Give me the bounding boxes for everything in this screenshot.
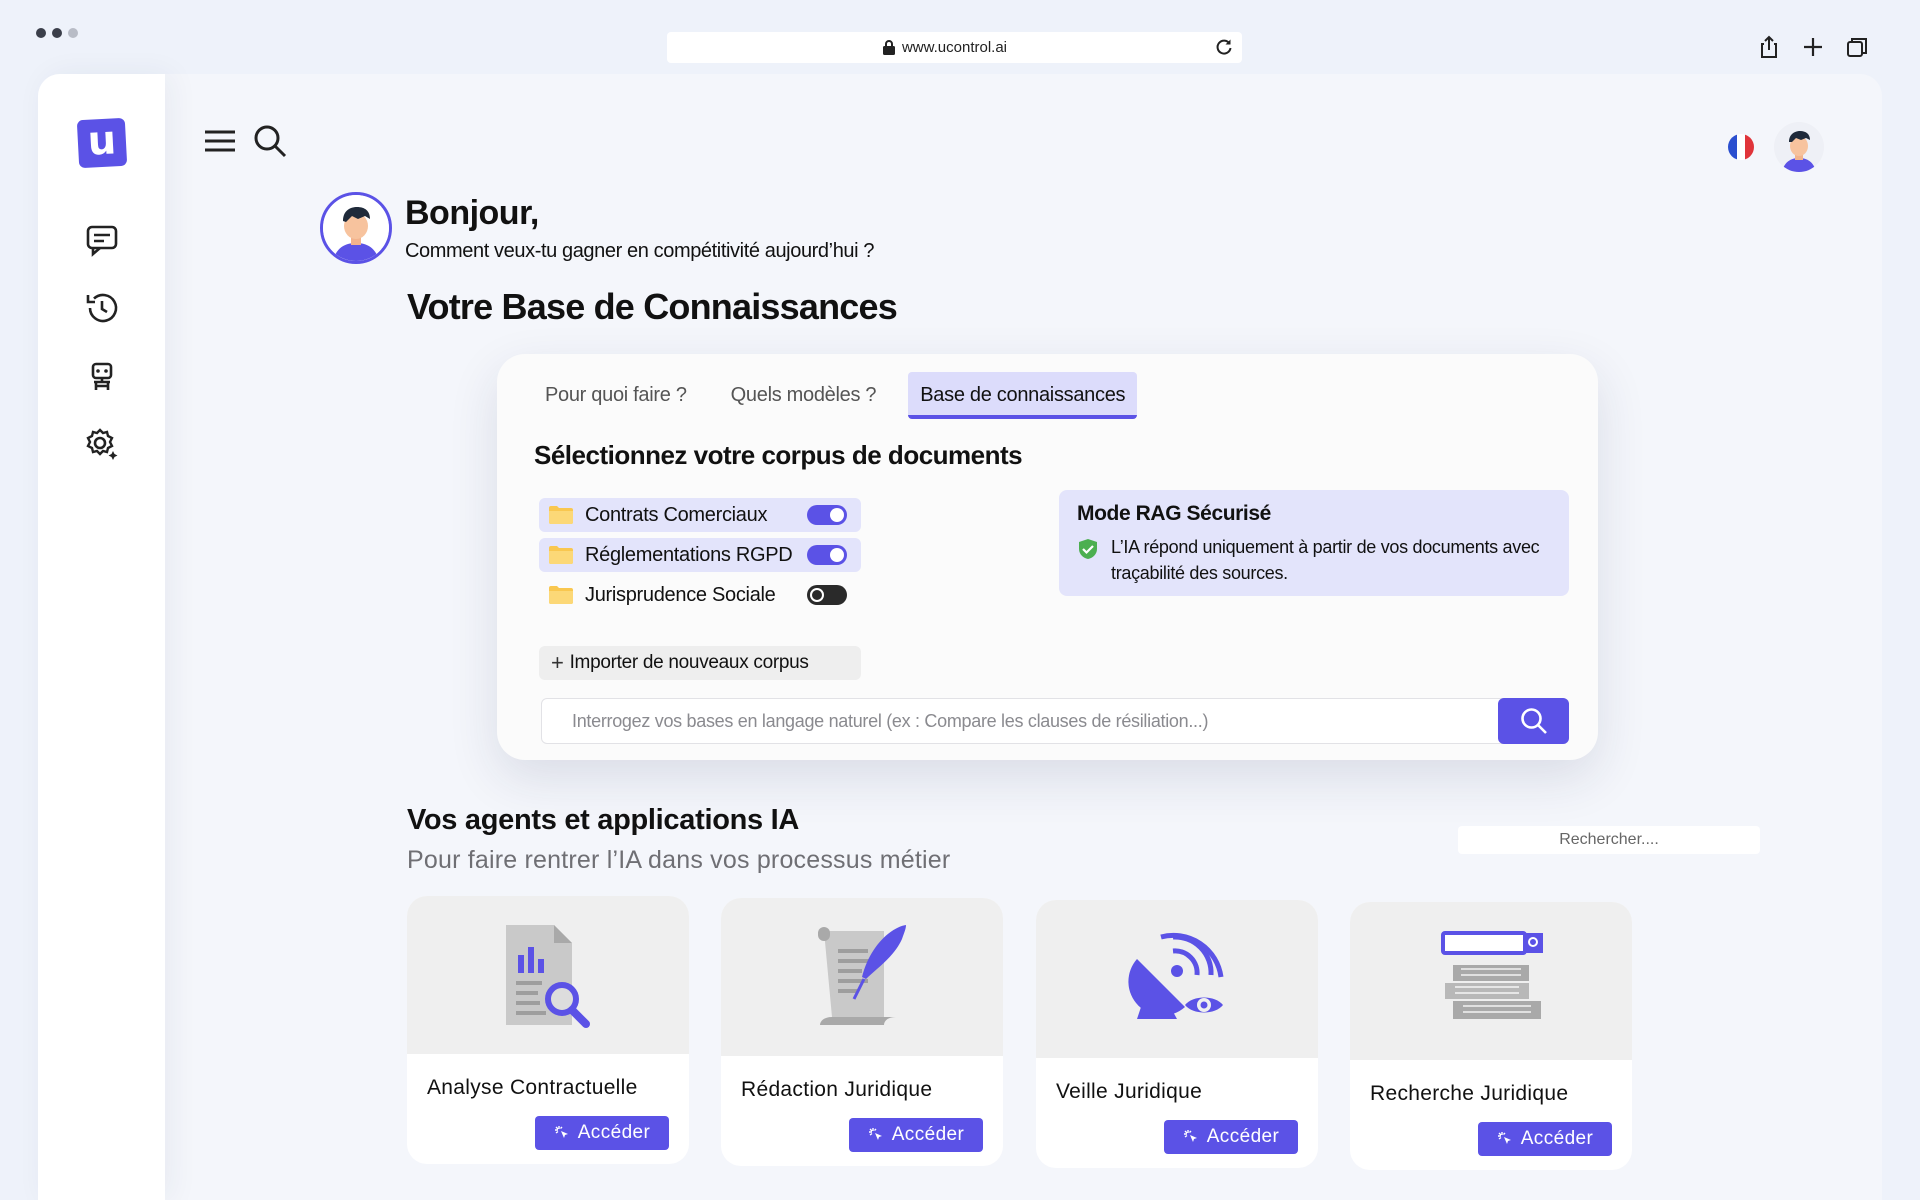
- kb-tabs: Pour quoi faire ? Quels modèles ? Base d…: [533, 372, 1157, 419]
- agent-access-button[interactable]: Accéder: [1164, 1120, 1298, 1154]
- app-logo[interactable]: u: [76, 117, 128, 169]
- cursor-click-icon: [868, 1128, 882, 1140]
- folder-icon: [549, 586, 573, 604]
- rag-description: L’IA répond uniquement à partir de vos d…: [1111, 537, 1540, 583]
- main-content: Bonjour, Comment veux-tu gagner en compé…: [165, 74, 1882, 1200]
- agent-card[interactable]: Recherche Juridique Accéder: [1350, 902, 1632, 1170]
- tab-quels-modeles[interactable]: Quels modèles ?: [719, 372, 889, 419]
- window-controls[interactable]: [36, 28, 78, 38]
- corpus-toggle[interactable]: [807, 505, 847, 525]
- folder-icon: [549, 506, 573, 524]
- agent-card-name: Veille Juridique: [1056, 1080, 1203, 1103]
- new-tab-icon[interactable]: [1800, 34, 1826, 60]
- kb-query-input[interactable]: [542, 699, 1502, 743]
- flag-fr-icon[interactable]: [1728, 134, 1754, 160]
- search-icon[interactable]: [251, 122, 289, 160]
- agent-access-label: Accéder: [1520, 1128, 1594, 1149]
- agents-search-input[interactable]: [1458, 826, 1760, 854]
- tabs-overview-icon[interactable]: [1844, 34, 1870, 60]
- import-corpus-label: Importer de nouveaux corpus: [569, 652, 809, 673]
- corpus-item[interactable]: Jurisprudence Sociale: [539, 578, 861, 612]
- agent-access-button[interactable]: Accéder: [535, 1116, 669, 1150]
- agents-subtitle: Pour faire rentrer l’IA dans vos process…: [407, 846, 951, 874]
- kb-query-submit-button[interactable]: [1498, 698, 1569, 744]
- agent-card-name: Rédaction Juridique: [741, 1078, 933, 1101]
- corpus-item[interactable]: Contrats Comerciaux: [539, 498, 861, 532]
- user-avatar[interactable]: [1774, 122, 1824, 172]
- settings-icon[interactable]: [82, 424, 122, 464]
- tab-base-de-connaissances[interactable]: Base de connaissances: [908, 372, 1138, 419]
- plus-icon: +: [551, 650, 564, 675]
- menu-icon[interactable]: [201, 122, 239, 160]
- agent-card[interactable]: Rédaction Juridique Accéder: [721, 898, 1003, 1166]
- corpus-section-title: Sélectionnez votre corpus de documents: [534, 440, 1023, 470]
- agent-card-name: Recherche Juridique: [1370, 1082, 1569, 1105]
- rag-info-box: Mode RAG Sécurisé L’IA répond uniquement…: [1059, 490, 1569, 596]
- kb-query-bar: [541, 698, 1569, 744]
- lock-icon: [883, 40, 895, 55]
- document-analysis-icon: [506, 925, 590, 1028]
- agent-access-label: Accéder: [577, 1122, 651, 1143]
- folder-icon: [549, 546, 573, 564]
- cursor-click-icon: [1497, 1132, 1511, 1144]
- corpus-toggle[interactable]: [807, 585, 847, 605]
- agent-access-button[interactable]: Accéder: [849, 1118, 983, 1152]
- shield-check-icon: [1079, 539, 1097, 559]
- agent-card[interactable]: Veille Juridique Accéder: [1036, 900, 1318, 1168]
- greeting-subtitle: Comment veux-tu gagner en compétitivité …: [405, 240, 875, 262]
- cursor-click-icon: [554, 1126, 568, 1138]
- corpus-label: Jurisprudence Sociale: [585, 583, 776, 606]
- history-icon[interactable]: [82, 288, 122, 328]
- satellite-watch-icon: [1128, 932, 1224, 1019]
- greeting-avatar: [320, 192, 392, 264]
- agent-card-name: Analyse Contractuelle: [427, 1076, 638, 1099]
- chat-icon[interactable]: [82, 220, 122, 260]
- agent-access-label: Accéder: [891, 1124, 965, 1145]
- url-text: www.ucontrol.ai: [901, 39, 1008, 56]
- reload-icon[interactable]: [1214, 37, 1234, 57]
- address-bar[interactable]: www.ucontrol.ai: [667, 32, 1242, 63]
- agent-access-button[interactable]: Accéder: [1478, 1122, 1612, 1156]
- sidebar: u: [38, 74, 165, 1200]
- share-icon[interactable]: [1756, 34, 1782, 60]
- corpus-toggle[interactable]: [807, 545, 847, 565]
- rag-title: Mode RAG Sécurisé: [1077, 502, 1271, 525]
- robot-icon[interactable]: [82, 356, 122, 396]
- search-icon: [1520, 708, 1547, 734]
- agents-title: Vos agents et applications IA: [407, 804, 800, 836]
- knowledge-base-title: Votre Base de Connaissances: [407, 286, 898, 327]
- agent-access-label: Accéder: [1206, 1126, 1280, 1147]
- books-search-icon: [1441, 931, 1543, 1019]
- import-corpus-button[interactable]: + Importer de nouveaux corpus: [539, 646, 861, 680]
- tab-pour-quoi-faire[interactable]: Pour quoi faire ?: [533, 372, 699, 419]
- cursor-click-icon: [1183, 1130, 1197, 1142]
- greeting-title: Bonjour,: [405, 194, 539, 232]
- corpus-label: Réglementations RGPD: [585, 543, 793, 566]
- agent-card[interactable]: Analyse Contractuelle Accéder: [407, 896, 689, 1164]
- corpus-label: Contrats Comerciaux: [585, 503, 768, 526]
- corpus-item[interactable]: Réglementations RGPD: [539, 538, 861, 572]
- knowledge-base-card: Pour quoi faire ? Quels modèles ? Base d…: [497, 354, 1598, 760]
- scroll-quill-icon: [818, 925, 906, 1025]
